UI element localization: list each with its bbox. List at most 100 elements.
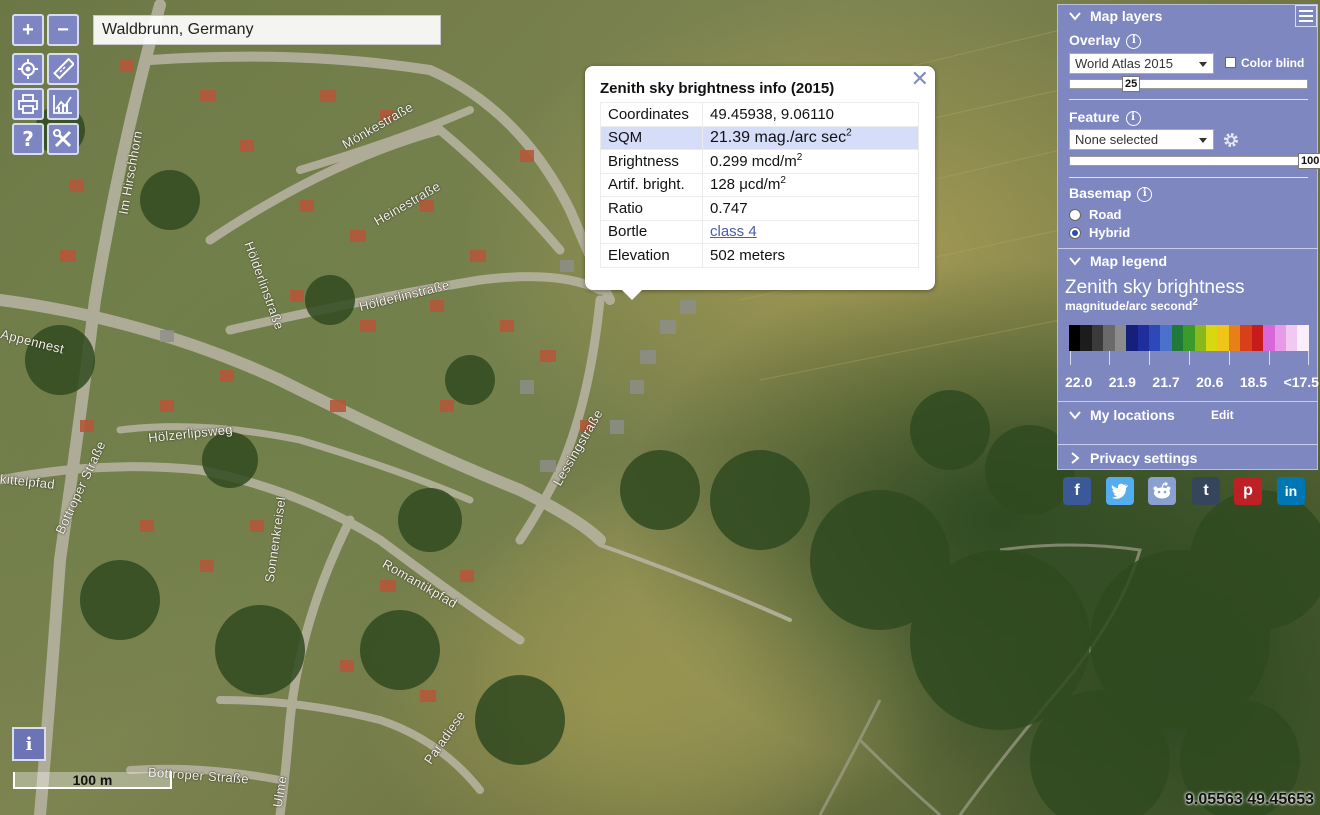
print-button[interactable]: [12, 88, 44, 120]
divider: [1058, 248, 1318, 249]
overlay-opacity-slider[interactable]: 25: [1069, 76, 1308, 92]
feature-select[interactable]: None selected: [1069, 129, 1214, 150]
tick-mark: [1308, 351, 1309, 365]
artificial-brightness-value: 128 μcd/m: [710, 176, 781, 194]
brightness-value: 0.299 mcd/m: [710, 152, 797, 170]
row-value: 0.299 mcd/m2: [702, 149, 919, 174]
reddit-share-button[interactable]: [1148, 477, 1176, 505]
colorbar-swatch: [1251, 325, 1264, 351]
pinterest-share-button[interactable]: p: [1234, 477, 1262, 505]
divider: [1058, 444, 1318, 445]
basemap-label: Basemap i: [1069, 185, 1153, 202]
divider: [1069, 99, 1308, 100]
overlay-label: Overlay i: [1069, 32, 1142, 49]
settings-tools-button[interactable]: [47, 123, 79, 155]
legend-unit: magnitude/arc second2: [1065, 298, 1198, 314]
zoom-out-button[interactable]: −: [47, 14, 79, 46]
scale-bar: 100 m: [13, 772, 172, 789]
privacy-settings-title: Privacy settings: [1090, 450, 1198, 466]
row-key: Ratio: [600, 196, 703, 221]
row-key: Elevation: [600, 243, 703, 268]
close-icon[interactable]: ✕: [911, 66, 929, 92]
privacy-settings-header[interactable]: Privacy settings: [1068, 450, 1197, 466]
basemap-road-radio[interactable]: Road: [1069, 207, 1122, 222]
table-row: Ratio 0.747: [600, 196, 919, 221]
colorbar-swatch: [1217, 325, 1229, 351]
menu-icon: [1299, 15, 1313, 17]
legend-title: Zenith sky brightness: [1065, 277, 1245, 298]
popup-info-table: Coordinates 49.45938, 9.06110 SQM 21.39 …: [600, 102, 919, 268]
tick-label: 21.7: [1152, 374, 1180, 390]
my-locations-header[interactable]: My locations: [1068, 407, 1175, 423]
chevron-down-icon: [1069, 12, 1081, 21]
edit-locations-button[interactable]: Edit: [1211, 408, 1234, 422]
color-blind-checkbox[interactable]: [1225, 57, 1236, 68]
color-blind-label: Color blind: [1241, 56, 1305, 70]
colorbar-swatch: [1171, 325, 1184, 351]
chart-button[interactable]: [47, 88, 79, 120]
colorbar-swatch: [1080, 325, 1092, 351]
geolocate-button[interactable]: [12, 53, 44, 85]
slider-thumb[interactable]: 25: [1122, 76, 1141, 92]
twitter-share-button[interactable]: [1106, 477, 1134, 505]
divider: [1058, 401, 1318, 402]
radio-label: Hybrid: [1089, 225, 1131, 240]
facebook-share-button[interactable]: f: [1063, 477, 1091, 505]
tick-label: <17.5: [1283, 374, 1319, 390]
location-search-input[interactable]: [93, 15, 441, 45]
printer-icon: [18, 94, 38, 114]
table-row: Elevation 502 meters: [600, 243, 919, 268]
colorbar-swatch: [1286, 325, 1298, 351]
my-locations-title: My locations: [1090, 407, 1175, 423]
table-row: Brightness 0.299 mcd/m2: [600, 149, 919, 174]
feature-label-text: Feature: [1069, 109, 1120, 125]
superscript: 2: [780, 175, 786, 187]
row-key: Bortle: [600, 219, 703, 244]
zoom-in-button[interactable]: +: [12, 14, 44, 46]
colorbar-swatch: [1240, 325, 1252, 351]
superscript: 2: [796, 151, 803, 163]
help-button[interactable]: ?: [12, 123, 44, 155]
tumblr-share-button[interactable]: t: [1192, 477, 1220, 505]
feature-label: Feature i: [1069, 109, 1141, 126]
table-row: Artif. bright. 128 μcd/m2: [600, 172, 919, 197]
tick-mark: [1189, 351, 1190, 365]
info-icon[interactable]: i: [1125, 110, 1141, 126]
measure-button[interactable]: [47, 53, 79, 85]
overlay-select[interactable]: World Atlas 2015: [1069, 53, 1214, 74]
feature-select-value: None selected: [1075, 132, 1159, 147]
table-row: Bortle class 4: [600, 219, 919, 244]
row-key: Coordinates: [600, 102, 703, 127]
tools-icon: [53, 129, 72, 148]
info-button[interactable]: i: [12, 727, 46, 761]
slider-thumb[interactable]: 100: [1298, 153, 1320, 169]
colorbar-swatch: [1297, 325, 1309, 351]
basemap-label-text: Basemap: [1069, 185, 1132, 201]
tick-mark: [1070, 351, 1071, 365]
colorbar-swatch: [1137, 325, 1149, 351]
legend-tick-labels: 22.0 21.9 21.7 20.6 18.5 <17.5: [1065, 374, 1319, 390]
colorbar-swatch: [1194, 325, 1207, 351]
chevron-right-icon: [1071, 452, 1080, 464]
tick-label: 18.5: [1239, 374, 1268, 390]
sky-brightness-popup: Zenith sky brightness info (2015) ✕ Coor…: [585, 66, 935, 300]
legend-ticks: [1069, 351, 1309, 367]
map-layers-header[interactable]: Map layers: [1068, 8, 1162, 24]
info-icon[interactable]: i: [1126, 33, 1142, 49]
radio-button-selected[interactable]: [1069, 226, 1081, 239]
linkedin-share-button[interactable]: in: [1277, 477, 1305, 505]
map-legend-header[interactable]: Map legend: [1068, 253, 1167, 269]
info-icon[interactable]: i: [1137, 186, 1153, 202]
table-row: Coordinates 49.45938, 9.06110: [600, 102, 919, 127]
basemap-hybrid-radio[interactable]: Hybrid: [1069, 225, 1130, 240]
superscript: 2: [846, 127, 852, 139]
feature-opacity-slider[interactable]: 100: [1069, 153, 1320, 169]
map-layers-title: Map layers: [1090, 8, 1163, 24]
hamburger-menu-button[interactable]: [1295, 5, 1317, 27]
radio-button[interactable]: [1069, 208, 1081, 221]
radio-label: Road: [1089, 207, 1122, 222]
chevron-down-icon: [1069, 257, 1081, 266]
bortle-class-link[interactable]: class 4: [710, 223, 757, 240]
tick-label: 22.0: [1065, 374, 1093, 390]
gear-icon[interactable]: [1222, 131, 1240, 149]
